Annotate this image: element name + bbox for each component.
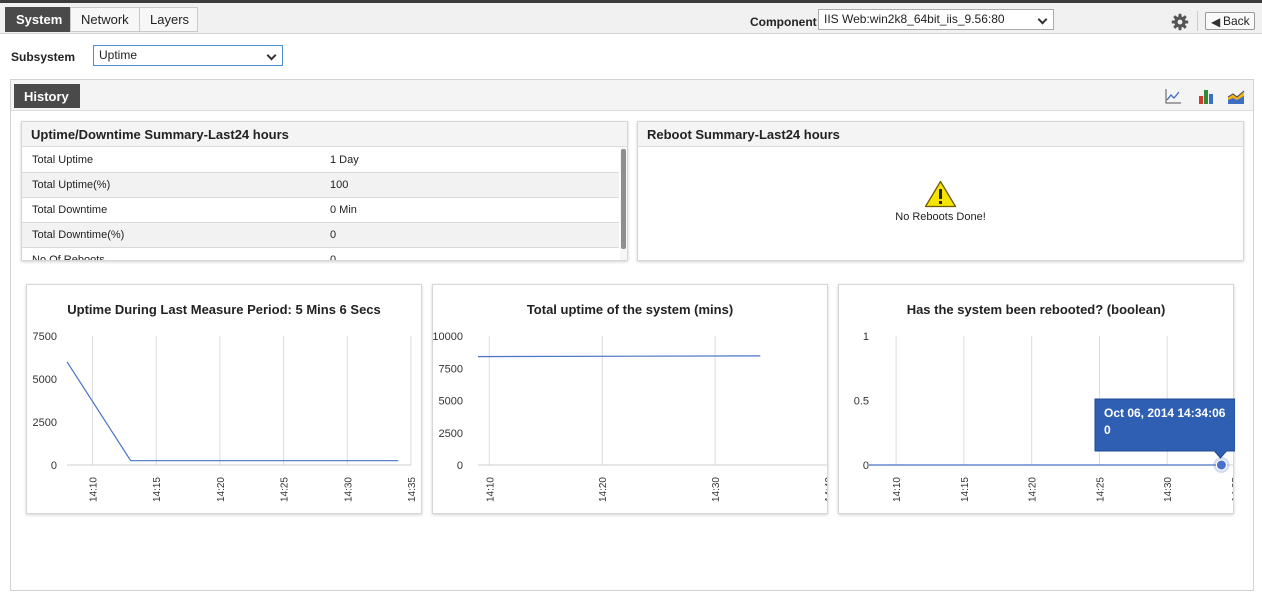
subsystem-select[interactable]: Uptime (93, 45, 283, 66)
toolbar-divider (1197, 11, 1198, 31)
component-select[interactable]: IIS Web:win2k8_64bit_iis_9.56:80 (818, 9, 1054, 30)
table-row: Total Downtime 0 Min (22, 198, 619, 223)
y-tick-label: 0 (457, 460, 463, 472)
history-tab-bar: History (11, 80, 1253, 111)
chevron-down-icon (1037, 14, 1048, 25)
x-tick-label: 14:15 (960, 477, 971, 502)
x-tick-label: 14:40 (824, 477, 829, 502)
table-row: No Of Reboots 0 (22, 248, 619, 260)
y-tick-label: 0.5 (854, 396, 869, 408)
uptime-summary-panel: Uptime/Downtime Summary-Last24 hours Tot… (21, 121, 628, 261)
back-button-label: Back (1223, 14, 1250, 28)
reboot-summary-panel: Reboot Summary-Last24 hours No Reboots D… (637, 121, 1244, 261)
subsystem-select-value: Uptime (99, 48, 138, 62)
y-tick-label: 10000 (433, 331, 463, 343)
row-value: 0 (330, 229, 337, 241)
y-tick-label: 0 (51, 460, 57, 472)
x-tick-label: 14:25 (280, 477, 291, 502)
tooltip-value: 0 (1104, 423, 1111, 437)
row-label: No Of Reboots (32, 254, 105, 260)
table-row: Total Uptime(%) 100 (22, 173, 619, 198)
y-tick-label: 5000 (33, 374, 57, 386)
arrow-left-icon: ◀ (1211, 15, 1221, 29)
gear-icon[interactable] (1171, 13, 1189, 31)
x-tick-label: 14:15 (152, 477, 163, 502)
back-button[interactable]: ◀ Back (1205, 12, 1255, 30)
x-tick-label: 14:25 (1095, 477, 1106, 502)
row-label: Total Downtime(%) (32, 229, 125, 241)
row-value: 1 Day (330, 154, 359, 166)
table-scrollbar-thumb[interactable] (621, 149, 626, 249)
row-label: Total Downtime (32, 204, 108, 216)
x-tick-label: 14:20 (1028, 477, 1039, 502)
y-tick-label: 1 (863, 331, 869, 343)
row-value: 0 Min (330, 204, 357, 216)
rebooted-chart: 14:10 14:15 14:20 14:25 14:30 14:35 0 0.5 1 Oct 0… (854, 331, 1235, 502)
table-row: Total Downtime(%) 0 (22, 223, 619, 248)
series-line (66, 361, 399, 462)
table-row: Total Uptime 1 Day (22, 148, 619, 173)
subsystem-label: Subsystem (11, 50, 76, 64)
row-value: 0 (330, 254, 337, 260)
uptime-summary-title: Uptime/Downtime Summary-Last24 hours (22, 122, 627, 147)
y-tick-label: 7500 (439, 363, 463, 375)
data-point[interactable] (1215, 459, 1227, 471)
x-tick-label: 14:10 (892, 477, 903, 502)
component-label: Component (750, 15, 817, 29)
y-tick-label: 0 (863, 460, 869, 472)
history-section: History Uptime/Downtime Summary-Last24 h… (10, 79, 1254, 591)
x-tick-label: 14:10 (88, 477, 99, 502)
component-select-value: IIS Web:win2k8_64bit_iis_9.56:80 (824, 12, 1005, 26)
y-tick-label: 5000 (439, 396, 463, 408)
warning-icon (924, 180, 957, 208)
tooltip-date: Oct 06, 2014 14:34:06 (1104, 406, 1226, 420)
total-uptime-chart-panel: Total uptime of the system (mins) 14:10 1… (432, 284, 828, 514)
uptime-period-chart: 14:10 14:15 14:20 14:25 14:30 14:35 0 2500 5000 7… (33, 331, 418, 502)
tab-network[interactable]: Network (70, 7, 140, 32)
x-tick-label: 14:10 (485, 477, 496, 502)
x-tick-label: 14:30 (343, 477, 354, 502)
reboot-summary-title: Reboot Summary-Last24 hours (638, 122, 1243, 147)
y-tick-label: 2500 (33, 417, 57, 429)
system-tab-bar: System Network Layers Component IIS Web:… (0, 3, 1262, 34)
area-chart-icon[interactable] (1227, 87, 1245, 105)
y-tick-label: 2500 (439, 428, 463, 440)
uptime-period-chart-panel: Uptime During Last Measure Period: 5 Min… (26, 284, 422, 514)
bar-chart-icon[interactable] (1197, 87, 1215, 105)
uptime-summary-table: Total Uptime 1 Day Total Uptime(%) 100 T… (22, 148, 627, 260)
line-chart-icon[interactable] (1164, 87, 1182, 105)
row-label: Total Uptime(%) (32, 179, 111, 191)
tab-history[interactable]: History (14, 84, 80, 108)
y-tick-label: 7500 (33, 331, 57, 343)
x-tick-label: 14:30 (711, 477, 722, 502)
no-reboots-message: No Reboots Done! (895, 211, 986, 223)
x-tick-label: 14:20 (216, 477, 227, 502)
x-tick-label: 14:35 (407, 477, 418, 502)
series-line (477, 355, 761, 358)
row-value: 100 (330, 179, 349, 191)
x-tick-label: 14:30 (1163, 477, 1174, 502)
tab-layers[interactable]: Layers (139, 7, 198, 32)
chevron-down-icon (266, 50, 277, 61)
rebooted-chart-panel: Has the system been rebooted? (boolean) … (838, 284, 1235, 514)
x-tick-label: 14:35 (1231, 477, 1235, 502)
x-tick-label: 14:20 (598, 477, 609, 502)
row-label: Total Uptime (32, 154, 94, 166)
tab-system[interactable]: System (5, 7, 70, 32)
total-uptime-chart: 14:10 14:20 14:30 14:40 0 2500 5000 7500 10000 (433, 331, 829, 502)
